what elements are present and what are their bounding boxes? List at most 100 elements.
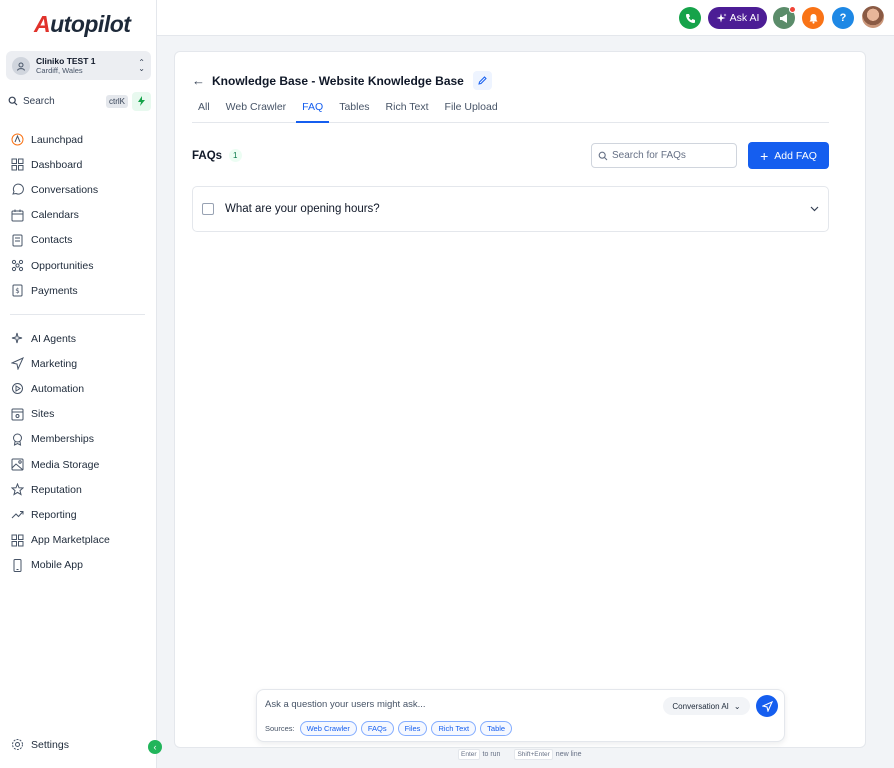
add-faq-button[interactable]: + Add FAQ — [748, 142, 829, 169]
notifications-button[interactable] — [802, 7, 824, 29]
nav-divider — [10, 314, 145, 315]
faq-search-input[interactable] — [612, 150, 732, 161]
sidebar-item-marketing[interactable]: Marketing — [0, 351, 157, 376]
faq-section-title: FAQs — [192, 149, 223, 162]
user-avatar[interactable] — [862, 6, 884, 28]
image-icon — [11, 458, 24, 471]
membership-icon — [13, 433, 22, 446]
automation-icon — [12, 383, 23, 395]
sidebar-item-dashboard[interactable]: Dashboard — [0, 152, 157, 177]
pencil-icon — [478, 76, 487, 85]
bell-icon — [809, 13, 817, 24]
chat-input[interactable] — [265, 699, 655, 710]
sidebar-item-media-storage[interactable]: Media Storage — [0, 452, 157, 477]
sidebar-item-settings[interactable]: Settings — [11, 738, 69, 751]
tab-rich-text[interactable]: Rich Text — [380, 101, 435, 123]
sidebar-item-sites[interactable]: Sites — [0, 402, 157, 427]
star-icon — [11, 483, 24, 496]
phone-button[interactable] — [679, 7, 701, 29]
kb-tabs: All Web Crawler FAQ Tables Rich Text Fil… — [192, 101, 829, 123]
send-icon — [11, 357, 24, 371]
chevron-down-icon: ⌄ — [733, 701, 741, 711]
phone-icon — [685, 13, 695, 23]
sparkle-icon — [11, 332, 23, 344]
mode-select[interactable]: Conversation AI ⌄ — [663, 697, 750, 715]
sparkle-icon — [716, 13, 727, 22]
source-chip-rich-text[interactable]: Rich Text — [431, 721, 477, 736]
nav-secondary: AI Agents Marketing Automation Sites Mem… — [0, 326, 157, 578]
announcements-button[interactable] — [773, 6, 796, 29]
source-chip-table[interactable]: Table — [480, 721, 513, 736]
mobile-icon — [13, 558, 22, 572]
chevron-updown-icon: ⌃ ⌄ — [138, 57, 145, 73]
faq-item[interactable]: What are your opening hours? — [192, 186, 829, 232]
sidebar-item-opportunities[interactable]: Opportunities — [0, 253, 157, 278]
tab-file-upload[interactable]: File Upload — [439, 101, 504, 123]
svg-text:$: $ — [15, 287, 19, 295]
sidebar-item-app-marketplace[interactable]: App Marketplace — [0, 528, 157, 553]
keyboard-hints: Enter to run Shift+Enter new line — [458, 749, 581, 760]
app-logo[interactable]: Autopilot — [34, 10, 131, 38]
ask-ai-button[interactable]: Ask AI — [708, 7, 767, 29]
sidebar-search[interactable]: Search ctrlK — [6, 91, 132, 111]
faq-question: What are your opening hours? — [225, 203, 380, 215]
trend-icon — [11, 511, 24, 519]
source-chip-files[interactable]: Files — [397, 721, 428, 736]
sidebar: Autopilot Cliniko TEST 1 Cardiff, Wales … — [0, 0, 162, 768]
test-chat-box: Conversation AI ⌄ Sources: Web Crawler F… — [256, 689, 785, 742]
bolt-icon — [138, 96, 145, 106]
payments-icon: $ — [12, 284, 23, 297]
sidebar-item-payments[interactable]: $ Payments — [0, 278, 157, 303]
megaphone-icon — [779, 13, 787, 23]
location-avatar-icon — [12, 56, 30, 75]
sidebar-item-automation[interactable]: Automation — [0, 376, 157, 401]
nav-main: Launchpad Dashboard Conversations Calend… — [0, 127, 157, 303]
grid-icon — [11, 534, 24, 547]
faq-checkbox[interactable] — [202, 203, 214, 215]
sites-icon — [11, 408, 24, 421]
sources-row: Sources: Web Crawler FAQs Files Rich Tex… — [265, 721, 516, 736]
edit-title-button[interactable] — [472, 71, 492, 90]
knowledge-base-card: ← Knowledge Base - Website Knowledge Bas… — [174, 51, 866, 748]
sidebar-item-reputation[interactable]: Reputation — [0, 477, 157, 502]
sidebar-item-contacts[interactable]: Contacts — [0, 228, 157, 253]
launchpad-icon — [11, 133, 24, 146]
sidebar-item-launchpad[interactable]: Launchpad — [0, 127, 157, 152]
tab-tables[interactable]: Tables — [333, 101, 375, 123]
enter-key-hint: Enter — [458, 749, 480, 760]
chevron-left-icon: ‹ — [153, 742, 157, 752]
faq-count-badge: 1 — [229, 149, 242, 162]
sidebar-item-reporting[interactable]: Reporting — [0, 502, 157, 527]
location-subtitle: Cardiff, Wales — [36, 65, 83, 75]
sidebar-item-memberships[interactable]: Memberships — [0, 427, 157, 452]
back-arrow-icon[interactable]: ← — [192, 73, 205, 88]
collapse-sidebar-button[interactable]: ‹ — [148, 740, 162, 754]
source-chip-web-crawler[interactable]: Web Crawler — [299, 721, 357, 736]
send-button[interactable] — [756, 695, 778, 717]
help-button[interactable]: ? — [832, 7, 854, 29]
send-icon — [761, 700, 773, 712]
location-name: Cliniko TEST 1 — [36, 55, 96, 66]
sidebar-item-conversations[interactable]: Conversations — [0, 177, 157, 202]
search-icon — [598, 151, 608, 160]
quick-action-button[interactable] — [132, 91, 151, 111]
tab-faq[interactable]: FAQ — [296, 101, 330, 123]
opportunities-icon — [11, 259, 24, 272]
tab-all[interactable]: All — [192, 101, 216, 123]
notification-dot — [789, 6, 796, 13]
dashboard-icon — [11, 158, 24, 171]
help-icon: ? — [839, 12, 847, 24]
tab-web-crawler[interactable]: Web Crawler — [220, 101, 293, 123]
sidebar-item-ai-agents[interactable]: AI Agents — [0, 326, 157, 351]
sidebar-item-calendars[interactable]: Calendars — [0, 203, 157, 228]
location-switcher[interactable]: Cliniko TEST 1 Cardiff, Wales ⌃ ⌄ — [6, 51, 151, 80]
sources-label: Sources: — [265, 724, 295, 733]
calendar-icon — [11, 209, 24, 222]
source-chip-faqs[interactable]: FAQs — [360, 721, 394, 736]
chevron-down-icon[interactable] — [810, 206, 819, 212]
page-title: Knowledge Base - Website Knowledge Base — [212, 73, 464, 88]
shift-enter-key-hint: Shift+Enter — [514, 749, 553, 760]
gear-icon — [12, 739, 23, 750]
contacts-icon — [12, 234, 23, 247]
sidebar-item-mobile-app[interactable]: Mobile App — [0, 553, 157, 578]
